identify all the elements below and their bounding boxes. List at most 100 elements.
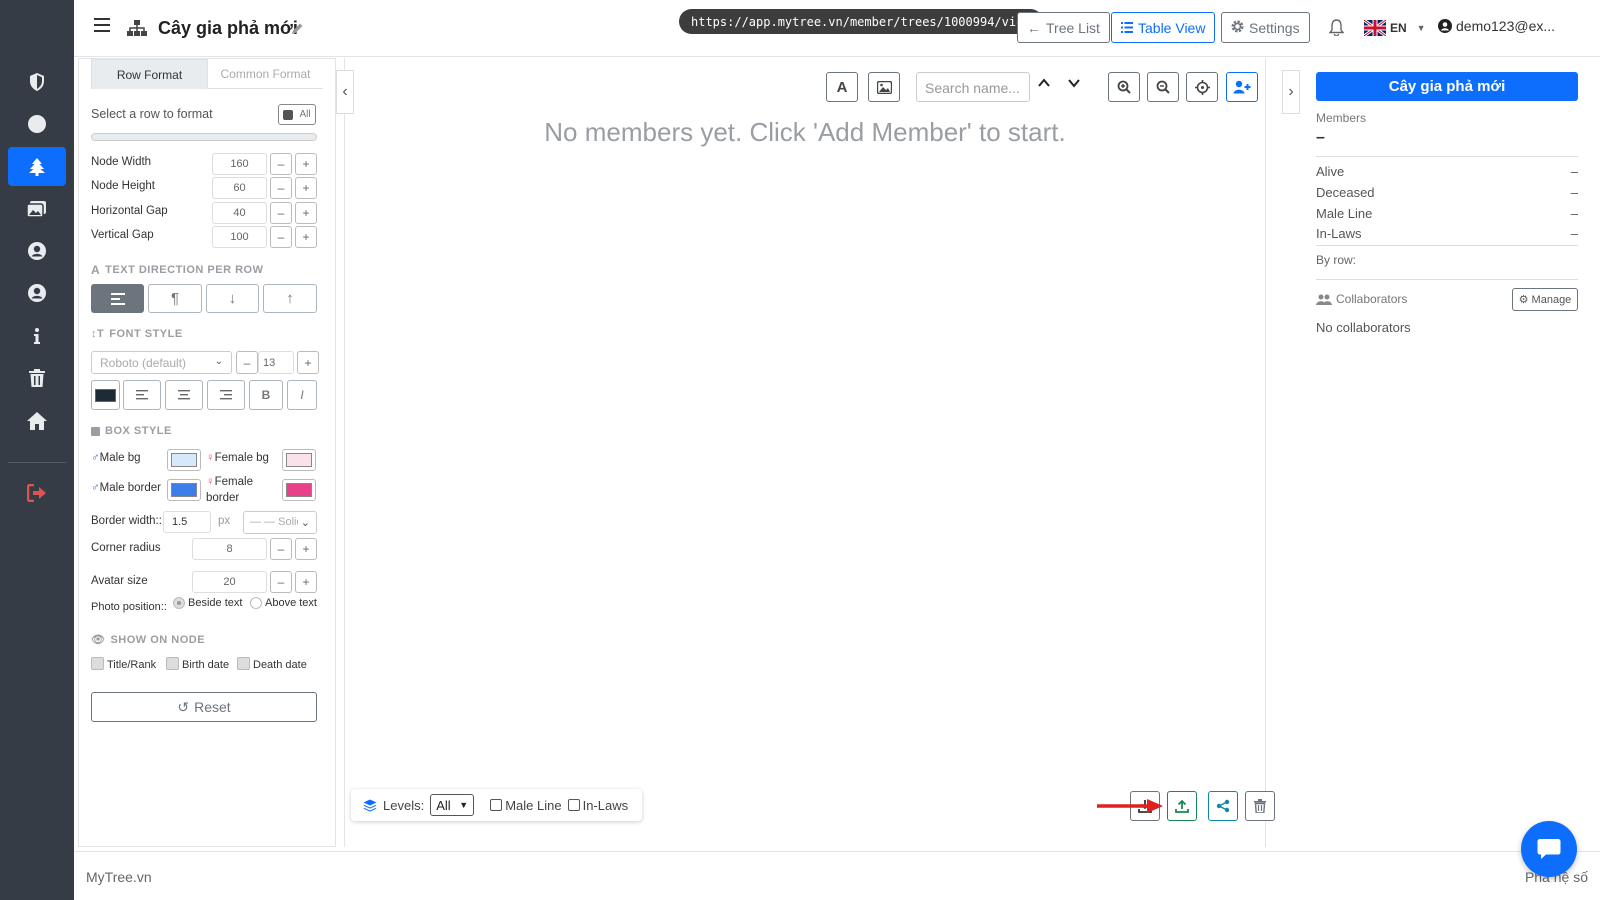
text-color-picker[interactable] xyxy=(91,380,120,410)
text-dir-down-button[interactable]: ↓ xyxy=(206,284,259,313)
menu-icon[interactable] xyxy=(94,18,110,35)
female-border-color xyxy=(286,483,312,497)
chevron-right-icon: › xyxy=(1288,83,1294,100)
node-height-increment[interactable]: + xyxy=(295,177,317,199)
font-family-select[interactable]: Roboto (default) ⌄ xyxy=(91,351,232,374)
death-date-checkbox[interactable]: Death date xyxy=(237,657,307,671)
bell-icon[interactable] xyxy=(1328,19,1345,39)
tab-row-format[interactable]: Row Format xyxy=(91,59,208,89)
horizontal-gap-input[interactable]: 40 xyxy=(212,202,267,224)
photo-beside-radio[interactable]: Beside text xyxy=(173,597,242,609)
share-button[interactable] xyxy=(1208,791,1238,821)
photo-above-label: Above text xyxy=(265,597,317,609)
user-circle-icon[interactable] xyxy=(8,231,66,270)
avatar-size-input[interactable]: 20 xyxy=(192,571,267,593)
levels-select[interactable]: All ▼ xyxy=(430,794,475,816)
user-email: demo123@ex... xyxy=(1456,18,1556,34)
delete-tree-button[interactable] xyxy=(1245,791,1275,821)
manage-collaborators-button[interactable]: ⚙ Manage xyxy=(1512,288,1578,311)
square-icon xyxy=(91,426,100,436)
tree-list-button[interactable]: ← Tree List xyxy=(1017,12,1110,43)
horizontal-gap-decrement[interactable]: – xyxy=(270,202,292,224)
sitemap-icon xyxy=(127,20,147,39)
male-border-swatch[interactable] xyxy=(167,479,201,501)
search-prev-button[interactable] xyxy=(1037,76,1051,95)
upload-icon xyxy=(1175,799,1189,813)
in-laws-stat-label: In-Laws xyxy=(1316,226,1362,241)
italic-button[interactable]: I xyxy=(287,380,317,410)
trash-icon[interactable] xyxy=(8,358,66,397)
language-selector[interactable]: EN ▼ xyxy=(1364,20,1426,36)
corner-radius-increment[interactable]: + xyxy=(295,538,317,560)
text-dir-up-button[interactable]: ↑ xyxy=(263,284,317,313)
vertical-gap-increment[interactable]: + xyxy=(295,226,317,248)
stats-panel: Cây gia phả mới Members – Alive – Decease… xyxy=(1300,58,1600,847)
female-bg-swatch[interactable] xyxy=(282,449,316,471)
text-dir-horizontal-button[interactable] xyxy=(91,284,144,313)
vertical-gap-input[interactable]: 100 xyxy=(212,226,267,248)
male-line-checkbox[interactable]: Male Line xyxy=(490,798,562,813)
search-input[interactable]: Search name... xyxy=(916,72,1030,102)
search-next-button[interactable] xyxy=(1067,76,1081,95)
male-bg-swatch[interactable] xyxy=(167,449,201,471)
home-icon[interactable] xyxy=(8,401,66,440)
text-dir-paragraph-button[interactable]: ¶ xyxy=(148,284,202,313)
align-left-button[interactable] xyxy=(123,380,161,410)
user-menu[interactable]: demo123@ex... xyxy=(1438,18,1555,34)
avatar-size-increment[interactable]: + xyxy=(295,571,317,593)
center-view-button[interactable] xyxy=(1186,72,1218,102)
corner-radius-decrement[interactable]: – xyxy=(270,538,292,560)
align-right-button[interactable] xyxy=(207,380,245,410)
zoom-out-button[interactable] xyxy=(1147,72,1179,102)
photo-above-radio[interactable]: Above text xyxy=(250,597,317,609)
add-member-button[interactable] xyxy=(1226,72,1258,102)
corner-radius-input[interactable]: 8 xyxy=(192,538,267,560)
font-size-decrement[interactable]: – xyxy=(236,351,258,374)
upload-button[interactable] xyxy=(1167,791,1197,821)
birth-date-checkbox[interactable]: Birth date xyxy=(166,657,229,671)
select-all-button[interactable]: All xyxy=(278,104,316,125)
font-size-increment[interactable]: + xyxy=(297,351,319,374)
circle-icon[interactable] xyxy=(8,104,66,143)
gallery-icon[interactable] xyxy=(8,189,66,228)
node-width-input[interactable]: 160 xyxy=(212,153,267,175)
align-center-button[interactable] xyxy=(165,380,203,410)
text-color-swatch xyxy=(95,388,116,402)
node-width-decrement[interactable]: – xyxy=(270,153,292,175)
shield-icon[interactable] xyxy=(8,62,66,101)
reset-button[interactable]: ↺ Reset xyxy=(91,692,317,722)
collapse-right-panel-button[interactable]: › xyxy=(1282,70,1300,114)
info-icon[interactable] xyxy=(8,316,66,355)
empty-state-message: No members yet. Click 'Add Member' to st… xyxy=(544,117,1066,147)
zoom-out-icon xyxy=(1156,80,1170,94)
deceased-value: – xyxy=(1570,185,1578,200)
female-border-swatch[interactable] xyxy=(282,479,316,501)
node-height-input[interactable]: 60 xyxy=(212,177,267,199)
border-style-select[interactable]: — — Solid ⌄ xyxy=(243,511,317,534)
tree-canvas[interactable]: A Search name... No members yet. Click '… xyxy=(344,58,1275,847)
node-width-increment[interactable]: + xyxy=(295,153,317,175)
node-height-decrement[interactable]: – xyxy=(270,177,292,199)
tab-common-format[interactable]: Common Format xyxy=(208,59,323,89)
horizontal-gap-increment[interactable]: + xyxy=(295,202,317,224)
collapse-left-panel-button[interactable]: ‹ xyxy=(336,70,354,114)
vertical-gap-decrement[interactable]: – xyxy=(270,226,292,248)
border-width-input[interactable]: 1.5 xyxy=(163,511,211,533)
chat-button[interactable] xyxy=(1521,821,1577,877)
logout-icon[interactable] xyxy=(8,473,66,512)
title-rank-checkbox[interactable]: Title/Rank xyxy=(91,657,156,671)
zoom-in-button[interactable] xyxy=(1108,72,1140,102)
collaborators-heading: Collaborators xyxy=(1316,292,1407,306)
bold-button[interactable]: B xyxy=(249,380,283,410)
text-toggle-button[interactable]: A xyxy=(826,72,858,102)
table-view-button[interactable]: Table View xyxy=(1111,12,1216,43)
edit-title-icon[interactable] xyxy=(291,22,304,38)
image-toggle-button[interactable] xyxy=(868,72,900,102)
in-laws-checkbox[interactable]: In-Laws xyxy=(567,798,628,813)
settings-button[interactable]: Settings xyxy=(1221,12,1310,43)
avatar-size-decrement[interactable]: – xyxy=(270,571,292,593)
font-size-input[interactable]: 13 xyxy=(258,351,294,374)
user-circle-icon-2[interactable] xyxy=(8,273,66,312)
row-selector-bar[interactable] xyxy=(91,133,317,141)
tree-icon[interactable] xyxy=(8,147,66,186)
